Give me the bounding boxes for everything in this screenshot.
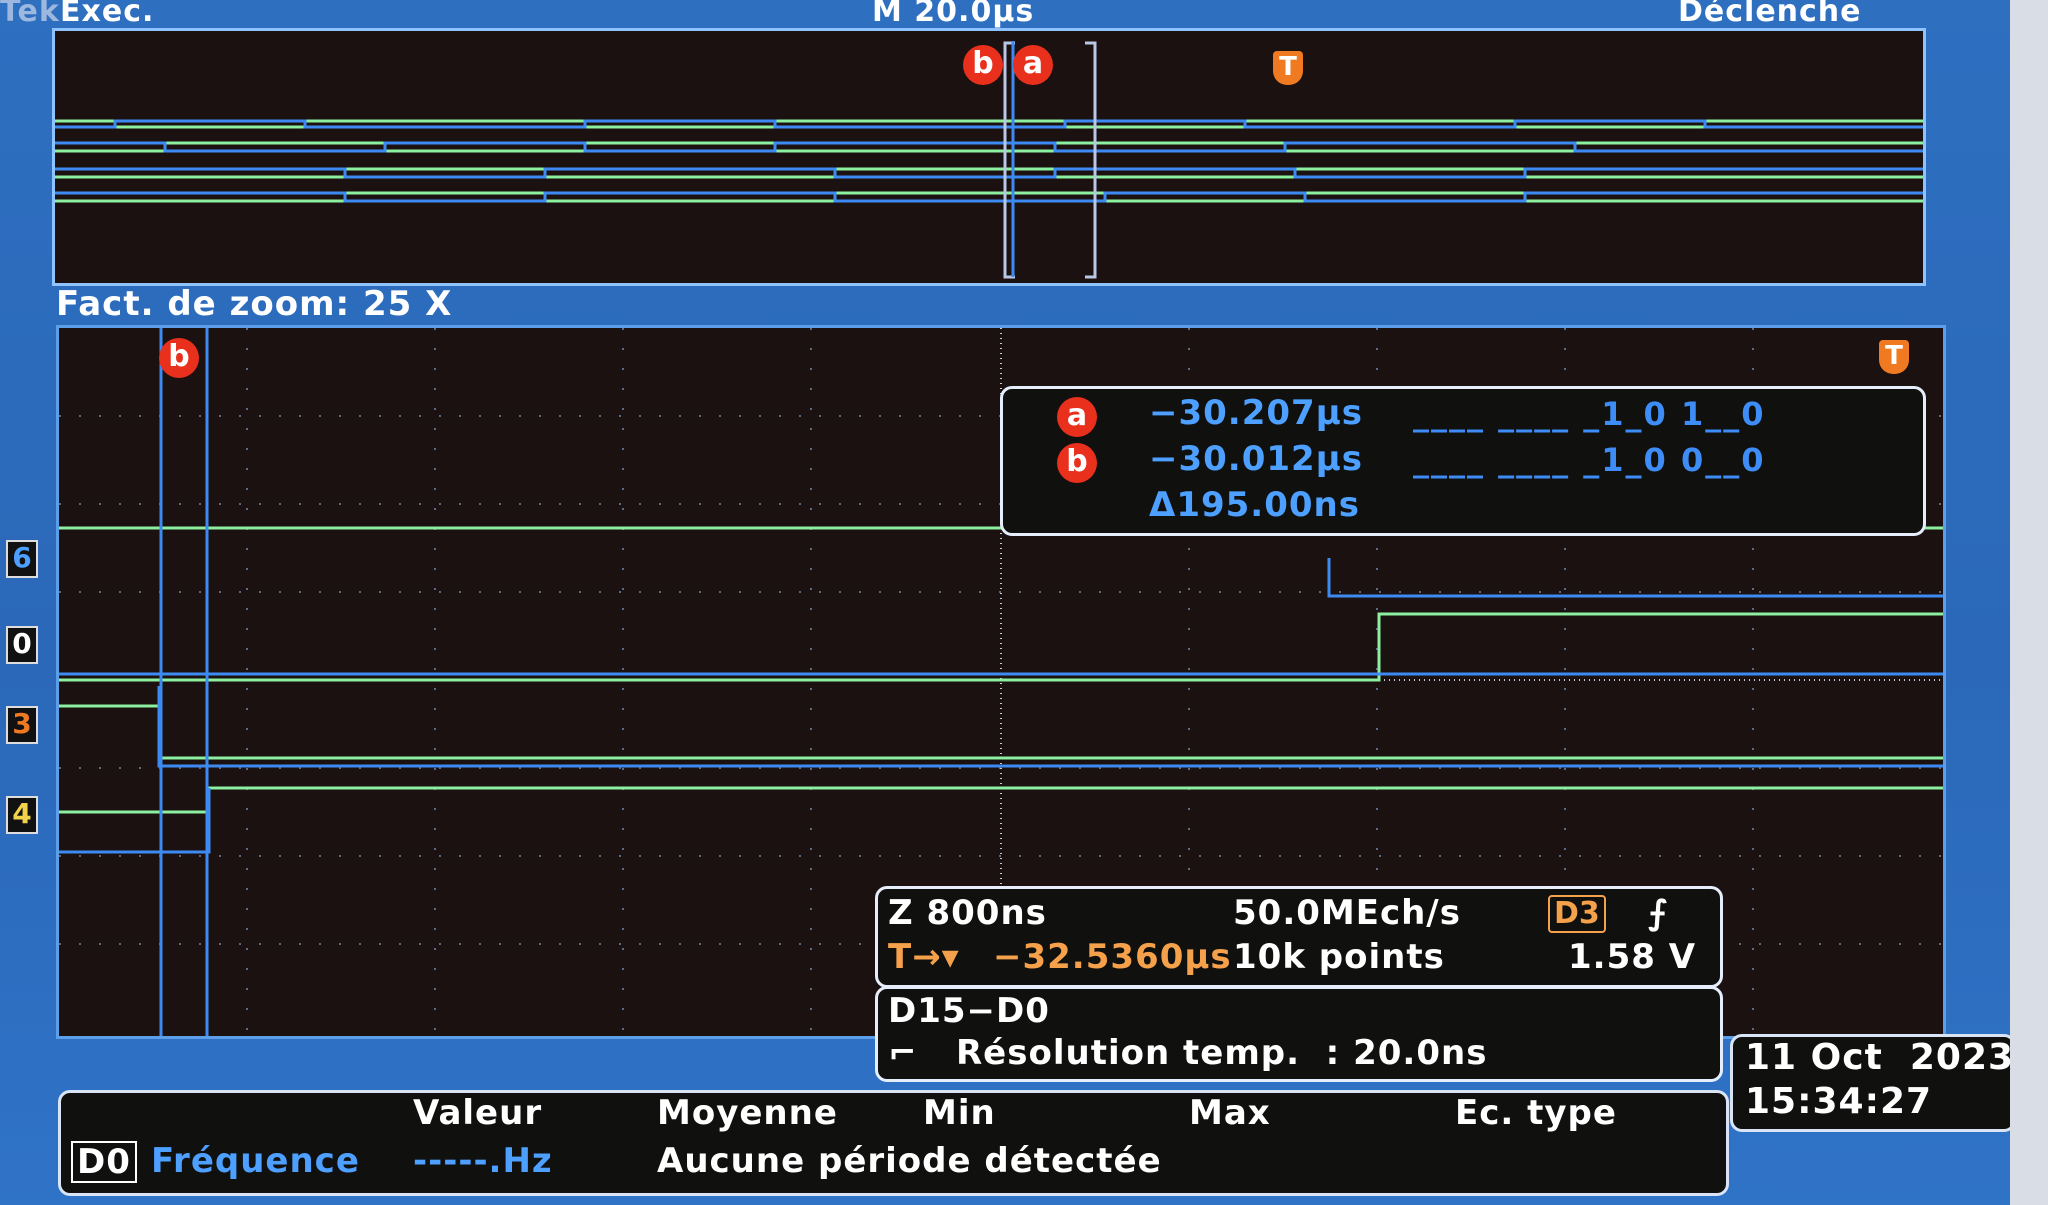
meas-header-valeur: Valeur — [413, 1093, 543, 1133]
zoom-cursor-b-marker[interactable]: b — [159, 338, 199, 378]
cursor-b-bits: ____ ____ _1_0 0__0 — [1413, 441, 1766, 479]
cursor-a-label: a — [1057, 397, 1097, 437]
measurement-box[interactable]: Valeur Moyenne Min Max Ec. type D0 Fréqu… — [58, 1090, 1729, 1196]
digital-info-box[interactable]: D15−D0 ⌐ Résolution temp. : 20.0ns — [875, 986, 1723, 1082]
time-display: 15:34:27 — [1745, 1081, 1933, 1122]
date-display: 11 Oct 2023 — [1745, 1037, 2015, 1078]
meas-channel: D0 — [71, 1141, 137, 1183]
meas-status: Aucune période détectée — [657, 1141, 1162, 1181]
cursor-b-time: −30.012µs — [1149, 439, 1363, 479]
scope-screen: Exec. Tek M 20.0µs Déclenche b a T Fact.… — [0, 0, 2016, 1205]
meas-value: -----.Hz — [413, 1141, 553, 1181]
cursor-b-label: b — [1057, 443, 1097, 483]
run-status: Exec. — [60, 0, 155, 29]
datetime-box: 11 Oct 2023 15:34:27 — [1730, 1034, 2016, 1132]
cursor-a-marker[interactable]: a — [1013, 45, 1053, 85]
cursor-a-bits: ____ ____ _1_0 1__0 — [1413, 395, 1766, 433]
sample-rate: 50.0MEch/s — [1233, 893, 1461, 933]
zoom-scale: Z 800ns — [888, 893, 1047, 933]
edge-icon: ⌐ — [888, 1033, 918, 1073]
trigger-prefix-icon: T→▾ — [888, 937, 960, 977]
meas-header-min: Min — [923, 1093, 996, 1133]
digital-channels: D15−D0 — [888, 991, 1050, 1031]
trigger-mode: Déclenche — [1678, 0, 1862, 29]
overview-waveform-panel[interactable]: b a T — [52, 28, 1926, 286]
cursor-a-time: −30.207µs — [1149, 393, 1363, 433]
cursor-delta: Δ195.00ns — [1149, 485, 1360, 525]
zoom-trigger-marker[interactable]: T — [1879, 340, 1909, 374]
cursor-b-marker[interactable]: b — [963, 45, 1003, 85]
meas-name: Fréquence — [151, 1141, 360, 1181]
channel-tag-4[interactable]: 4 — [6, 796, 38, 834]
meas-header-ectype: Ec. type — [1455, 1093, 1617, 1133]
trigger-marker[interactable]: T — [1273, 51, 1303, 85]
time-resolution: Résolution temp. : 20.0ns — [956, 1033, 1488, 1073]
meas-header-moyenne: Moyenne — [657, 1093, 838, 1133]
cursor-readout-box: a −30.207µs ____ ____ _1_0 1__0 b −30.01… — [1000, 386, 1926, 536]
channel-tag-0[interactable]: 0 — [6, 626, 38, 664]
trigger-source: D3 — [1548, 895, 1606, 933]
channel-tag-3[interactable]: 3 — [6, 706, 38, 744]
meas-header-max: Max — [1189, 1093, 1271, 1133]
zoom-factor-label: Fact. de zoom: 25 X — [56, 284, 453, 324]
timebase-readout: M 20.0µs — [872, 0, 1035, 29]
timebase-info-box[interactable]: Z 800ns 50.0MEch/s D3 ⨍ T→▾ −32.5360µs 1… — [875, 886, 1723, 988]
device-bezel — [2010, 0, 2048, 1205]
channel-tag-6[interactable]: 6 — [6, 540, 38, 578]
brand-logo: Tek — [0, 0, 60, 29]
trigger-position: −32.5360µs — [993, 937, 1232, 977]
record-length: 10k points — [1233, 937, 1445, 977]
trigger-slope-icon: ⨍ — [1648, 893, 1669, 933]
trigger-level: 1.58 V — [1568, 937, 1697, 977]
